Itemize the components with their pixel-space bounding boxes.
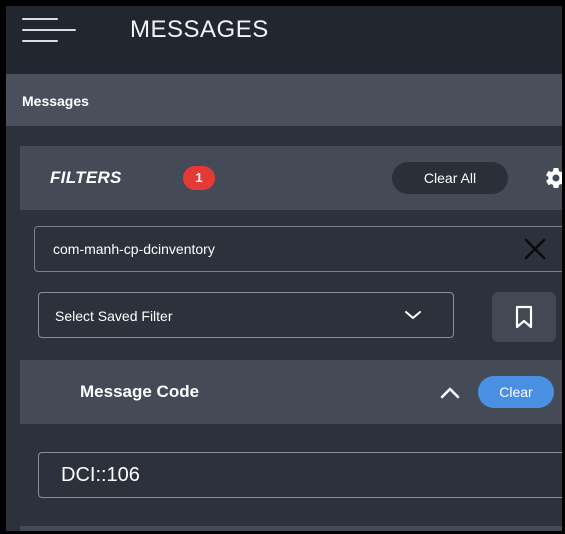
active-filter-count-badge: 1 <box>183 166 215 190</box>
message-code-input[interactable]: DCI::106 <box>38 452 562 498</box>
top-app-bar: MESSAGES <box>6 6 562 74</box>
gear-icon[interactable] <box>544 166 562 190</box>
page-title: MESSAGES <box>130 16 269 43</box>
filters-header: FILTERS 1 Clear All <box>20 146 562 210</box>
app-window: MESSAGES Messages FILTERS 1 Clear All co… <box>6 6 562 531</box>
saved-filter-select[interactable]: Select Saved Filter <box>38 292 454 338</box>
chevron-up-icon[interactable] <box>438 384 462 400</box>
source-filter-value: com-manh-cp-dcinventory <box>53 241 215 257</box>
clear-all-button[interactable]: Clear All <box>392 162 508 194</box>
screenshot-frame: MESSAGES Messages FILTERS 1 Clear All co… <box>0 0 565 534</box>
source-filter-field[interactable]: com-manh-cp-dcinventory <box>34 226 562 272</box>
saved-filter-placeholder: Select Saved Filter <box>55 308 173 324</box>
filters-panel: FILTERS 1 Clear All com-manh-cp-dcinvent… <box>20 146 562 531</box>
breadcrumb-current: Messages <box>22 93 89 109</box>
chevron-down-icon <box>405 311 421 319</box>
save-filter-bookmark-button[interactable] <box>492 292 556 342</box>
hamburger-menu-icon[interactable] <box>22 16 78 46</box>
message-code-value: DCI::106 <box>61 464 140 486</box>
message-code-title: Message Code <box>80 382 200 401</box>
bookmark-icon <box>515 305 533 329</box>
message-code-header: Message Code Clear <box>20 360 562 424</box>
breadcrumb: Messages <box>6 74 562 126</box>
clear-message-code-button[interactable]: Clear <box>478 376 554 408</box>
filters-title: FILTERS <box>50 168 122 187</box>
next-section-edge <box>20 526 562 531</box>
close-icon[interactable] <box>523 237 547 261</box>
